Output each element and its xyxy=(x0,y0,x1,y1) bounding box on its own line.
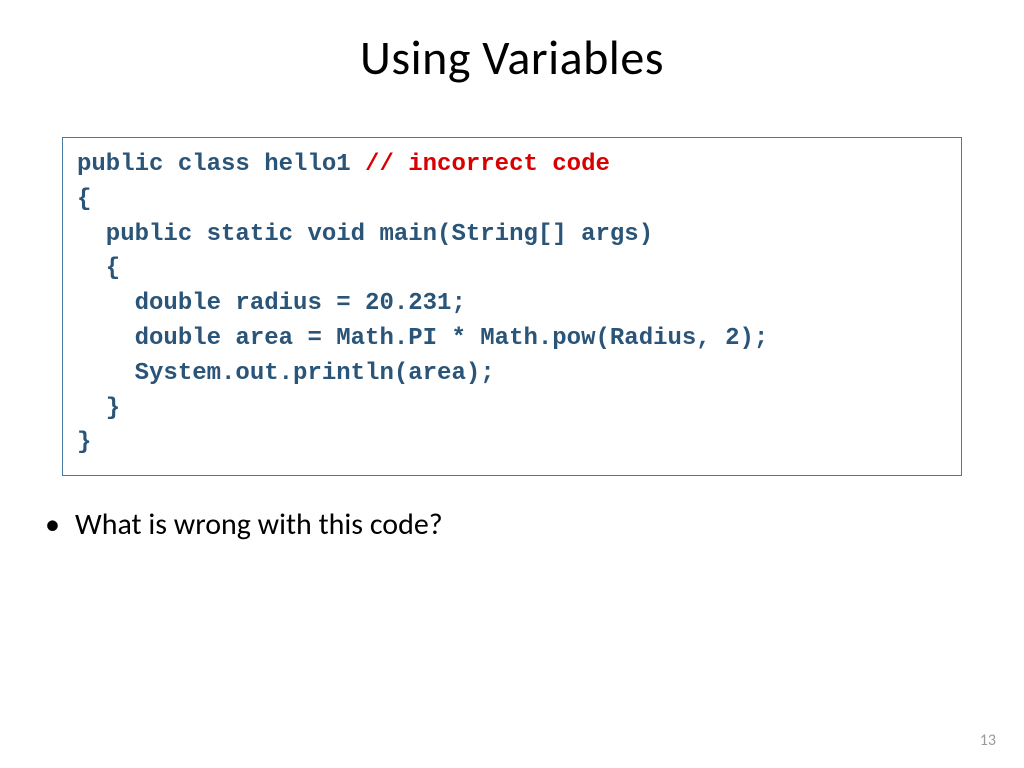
code-line-1a: public class hello1 xyxy=(77,151,365,178)
code-block: public class hello1 // incorrect code { … xyxy=(62,137,962,476)
code-line-3: public static void main(String[] args) xyxy=(77,221,653,248)
code-line-4: { xyxy=(77,255,120,282)
bullet-list: What is wrong with this code? xyxy=(75,506,974,543)
code-line-2: { xyxy=(77,186,91,213)
code-line-5: double radius = 20.231; xyxy=(77,290,466,317)
code-line-7: System.out.println(area); xyxy=(77,360,495,387)
bullet-item: What is wrong with this code? xyxy=(75,506,974,543)
code-line-8: } xyxy=(77,395,120,422)
slide-title: Using Variables xyxy=(0,0,1024,107)
code-comment: // incorrect code xyxy=(365,151,610,178)
code-line-6: double area = Math.PI * Math.pow(Radius,… xyxy=(77,325,768,352)
page-number: 13 xyxy=(980,731,996,750)
code-line-9: } xyxy=(77,429,91,456)
slide: Using Variables public class hello1 // i… xyxy=(0,0,1024,768)
